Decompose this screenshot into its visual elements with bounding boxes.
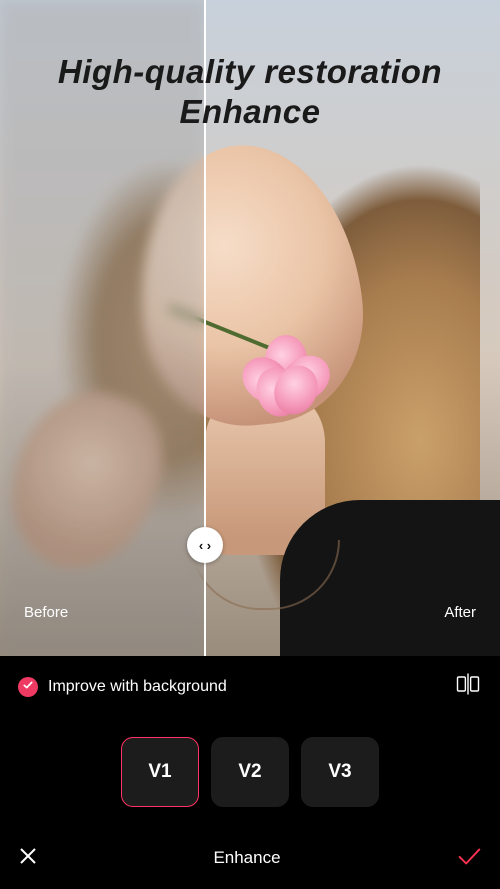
headline: High-quality restoration Enhance — [0, 52, 500, 131]
confirm-button[interactable] — [454, 841, 484, 876]
compare-toggle-button[interactable] — [454, 670, 482, 703]
close-icon — [16, 855, 40, 872]
photo-flower — [245, 335, 330, 415]
version-label: V1 — [148, 761, 171, 783]
slider-arrows-icon: ‹ › — [199, 538, 211, 553]
version-label: V3 — [328, 761, 351, 783]
version-v3-button[interactable]: V3 — [301, 737, 379, 807]
bottom-bar: Enhance — [0, 827, 500, 889]
version-label: V2 — [238, 761, 261, 783]
improve-bg-label: Improve with background — [48, 678, 227, 696]
before-label: Before — [24, 604, 68, 621]
version-v2-button[interactable]: V2 — [211, 737, 289, 807]
compare-icon — [454, 685, 482, 702]
comparison-slider-handle[interactable]: ‹ › — [187, 527, 223, 563]
comparison-image: ‹ › Before After High-quality restoratio… — [0, 0, 500, 656]
checkmark-icon — [22, 679, 34, 694]
version-picker: V1 V2 V3 — [0, 737, 500, 807]
after-label: After — [444, 604, 476, 621]
version-v1-button[interactable]: V1 — [121, 737, 199, 807]
check-icon — [454, 858, 484, 875]
headline-line2: Enhance — [0, 92, 500, 132]
controls-panel: Improve with background V1 V2 V3 Enhance — [0, 656, 500, 889]
improve-bg-checkbox[interactable] — [18, 677, 38, 697]
cancel-button[interactable] — [16, 844, 40, 873]
mode-title: Enhance — [213, 848, 280, 868]
headline-line1: High-quality restoration — [0, 52, 500, 92]
